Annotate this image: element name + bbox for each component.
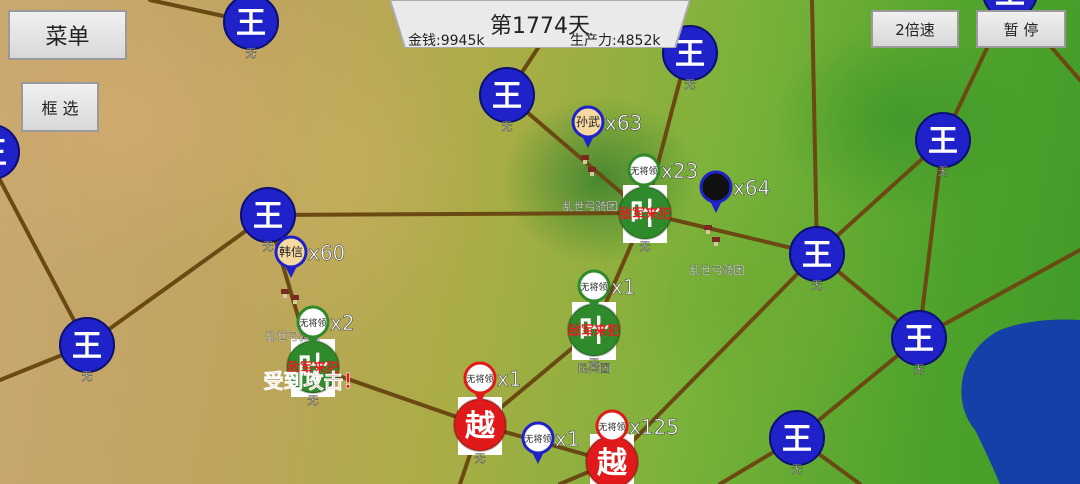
troop-count: x125 (629, 415, 679, 439)
speed-button[interactable]: 2倍速 (871, 10, 959, 48)
troop-count: x2 (330, 311, 355, 335)
city-wang[interactable]: 王无 (769, 410, 825, 476)
city-glyph: 王 (782, 422, 812, 457)
army-marker[interactable]: 韩信 x60 (274, 235, 346, 278)
city-owner-label: 无 (82, 370, 93, 383)
city-glyph: 王 (802, 238, 832, 273)
army-marker[interactable]: 孙武 x63 (571, 105, 643, 148)
city-glyph: 王 (72, 329, 102, 364)
city-wang[interactable]: 王无 (223, 0, 279, 60)
general-name: 韩信 (279, 244, 303, 259)
general-name: 无将领 (299, 317, 326, 329)
city-wang[interactable]: 王无 (479, 67, 535, 133)
troop-count: x64 (733, 176, 770, 200)
city-glyph: 王 (492, 79, 522, 114)
marching-troop-icon (581, 155, 589, 164)
city-owner-label: 无 (308, 394, 319, 407)
city-ye[interactable]: 叶敌军来犯无民兵团 (567, 302, 621, 375)
city-glyph: 越 (597, 446, 628, 481)
city-ye[interactable]: 叶敌军来犯无 (618, 185, 672, 253)
city-owner-label: 无 (246, 47, 257, 60)
city-wang[interactable]: 王无 (59, 317, 115, 383)
army-marker[interactable]: 无将领 x1 (521, 421, 580, 464)
general-name: 无将领 (630, 165, 657, 177)
enemy-approach-label: 敌军来犯 (568, 323, 620, 339)
general-name: 孙武 (576, 115, 600, 129)
troop-count: x23 (661, 159, 698, 183)
army-marker[interactable]: x64 (699, 170, 771, 213)
city-wang[interactable]: 王无 (915, 112, 971, 178)
troop-count: x60 (308, 241, 345, 265)
city-owner-label: 无 (938, 165, 949, 178)
pause-button[interactable]: 暂 停 (976, 10, 1066, 48)
city-yue[interactable]: 越无 (453, 397, 507, 465)
enemy-approach-label: 敌军来犯 (619, 206, 671, 222)
city-glyph: 王 (928, 124, 958, 159)
box-select-button[interactable]: 框 选 (21, 82, 99, 132)
garrison-label: 民兵团 (578, 362, 611, 375)
troop-count: x1 (611, 275, 636, 299)
general-name: 无将领 (580, 281, 607, 293)
gold-readout: 金钱:9945k (408, 33, 485, 49)
city-owner-label: 无 (502, 120, 513, 133)
unit-type-label: 乱世弓骑团 (563, 200, 618, 213)
city-glyph: 王 (236, 6, 266, 41)
marching-troop-icon (281, 289, 289, 298)
marching-troop-icon (712, 237, 720, 246)
city-owner-label: 无 (914, 363, 925, 376)
marching-troop-icon (291, 295, 299, 304)
menu-button[interactable]: 菜单 (8, 10, 127, 60)
city-owner-label: 无 (812, 279, 823, 292)
general-name: 无将领 (466, 373, 493, 385)
city-wang[interactable]: 王无 (0, 125, 20, 190)
general-name: 无将领 (598, 421, 625, 433)
city-owner-label: 无 (640, 240, 651, 253)
city-glyph: 王 (904, 322, 934, 357)
unit-type-label: 乱世弓骑团 (690, 264, 745, 277)
city-owner-label: 无 (792, 463, 803, 476)
troop-count: x1 (497, 367, 522, 391)
marching-troop-icon (704, 225, 712, 234)
under-attack-alert: 受到攻击! (263, 369, 352, 393)
city-glyph: 王 (253, 199, 283, 234)
world-map[interactable]: 王无王无王无王无王无王无王无王无王无王无王无叶敌军来犯无叶敌军来犯无民兵团叶敌军… (0, 0, 1080, 484)
city-owner-label: 无 (685, 78, 696, 91)
general-name: 无将领 (524, 433, 551, 445)
troop-count: x1 (555, 427, 580, 451)
city-owner-label: 无 (475, 452, 486, 465)
city-glyph: 王 (0, 136, 7, 171)
army-marker[interactable]: 无将领 x125 (595, 409, 679, 452)
city-wang[interactable]: 王无 (891, 310, 947, 376)
map-markers[interactable]: 王无王无王无王无王无王无王无王无王无王无王无叶敌军来犯无叶敌军来犯无民兵团叶敌军… (0, 0, 1080, 484)
marching-troop-icon (588, 167, 596, 176)
city-wang[interactable]: 王无 (789, 226, 845, 292)
city-glyph: 越 (465, 409, 496, 444)
troop-count: x63 (605, 111, 642, 135)
city-ye[interactable]: 叶敌军来犯无受到攻击! (263, 339, 353, 407)
city-owner-label: 无 (263, 240, 274, 253)
status-banner: 第1774天 金钱:9945k 生产力:4852k (390, 0, 690, 49)
production-readout: 生产力:4852k (570, 33, 661, 49)
